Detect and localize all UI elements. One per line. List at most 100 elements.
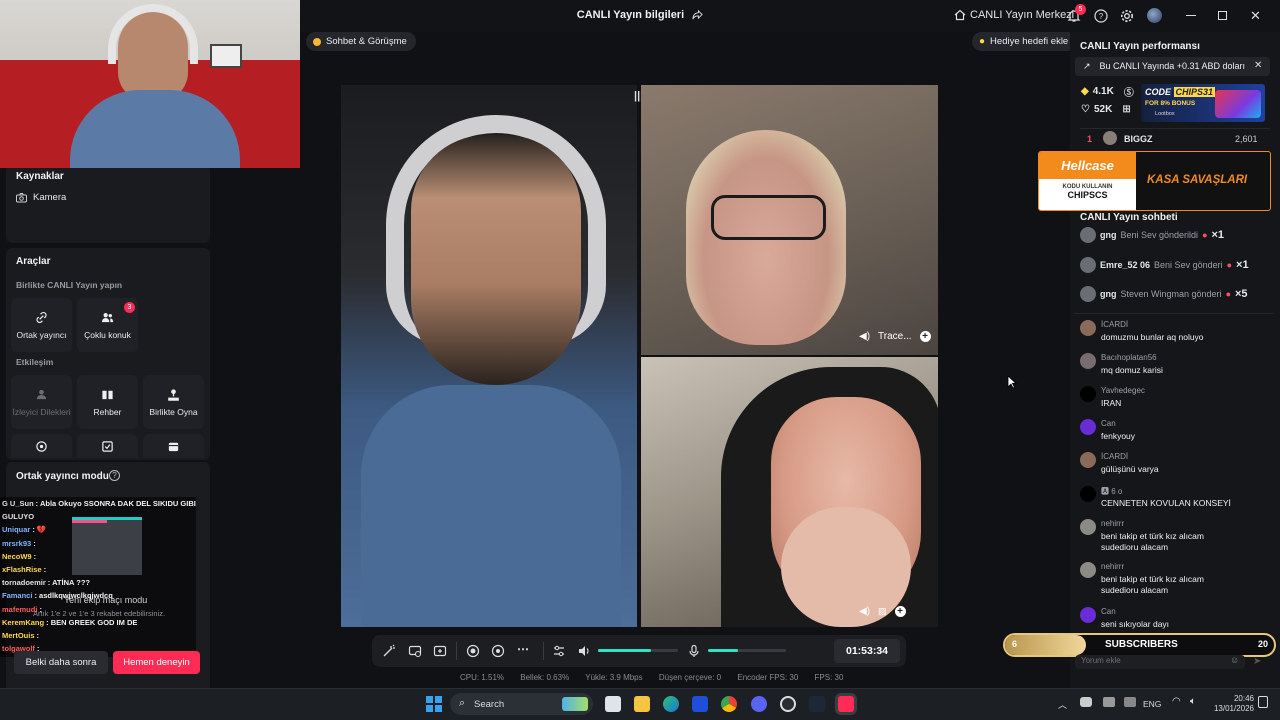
app-icon-blue[interactable] bbox=[692, 696, 708, 712]
chat-comment[interactable]: nehirrr beni takip et türk kız alıcam sud… bbox=[1080, 562, 1275, 595]
gift-text: Steven Wingman gönderi bbox=[1120, 289, 1222, 299]
share-icon[interactable] bbox=[692, 9, 703, 20]
notification-center-icon[interactable] bbox=[1258, 696, 1268, 708]
chat-call-pill[interactable]: Sohbet & Görüşme bbox=[306, 32, 416, 51]
viewer-requests-tool-button[interactable]: İzleyici Dilekleri bbox=[11, 375, 72, 429]
chat-comment[interactable]: Bacıhoplatan56 mq domuz karisi bbox=[1080, 353, 1275, 383]
help-icon[interactable]: ? bbox=[1094, 9, 1108, 26]
more-tool-button-2[interactable] bbox=[77, 434, 138, 458]
wifi-icon[interactable]: ◠ bbox=[1172, 696, 1181, 707]
microphone-icon[interactable] bbox=[687, 644, 701, 658]
magic-wand-icon[interactable] bbox=[382, 644, 396, 658]
earning-note: Bu CANLI Yayında +0.31 ABD doları bbox=[1099, 61, 1246, 71]
tray-chevron-icon[interactable]: ︿ bbox=[1058, 698, 1067, 711]
overlay-chat-user: mrsrk93 bbox=[2, 538, 32, 548]
chat-comment[interactable]: İCARDİ domuzmu bunlar aq noluyo bbox=[1080, 320, 1275, 350]
stat-dropped-frames: Düşen çerçeve: 0 bbox=[658, 673, 722, 682]
team-match-subtitle: Artık 1'e 2 ve 1'e 3 rekabet edebilirsin… bbox=[33, 609, 166, 618]
screen-effects-icon[interactable] bbox=[408, 644, 422, 658]
cohost-label: Ortak yayıncı bbox=[16, 329, 67, 340]
guest1-video-tile[interactable]: ◀) Trace... + bbox=[641, 85, 938, 355]
guest2-video-tile[interactable]: ◀) ▨ + bbox=[641, 357, 938, 627]
gift-count: ×5 bbox=[1235, 288, 1248, 300]
add-icon[interactable]: + bbox=[919, 331, 931, 342]
more-tool-button-1[interactable] bbox=[11, 434, 72, 458]
microphone-volume-fill bbox=[708, 649, 738, 652]
tray-discord-icon[interactable] bbox=[1080, 697, 1092, 707]
comment-input[interactable]: Yorum ekle ☺ bbox=[1075, 655, 1245, 669]
chat-comment[interactable]: İCARDİ gülüşünü varya bbox=[1080, 452, 1275, 482]
speaker-icon[interactable]: ◀) bbox=[859, 606, 870, 617]
task-view-icon[interactable] bbox=[605, 696, 621, 712]
hellcase-ad-banner[interactable]: Hellcase KODU KULLANIN CHIPSCS KASA SAVA… bbox=[1038, 151, 1271, 211]
record-icon[interactable] bbox=[466, 644, 480, 658]
try-now-button[interactable]: Hemen deneyin bbox=[113, 651, 200, 674]
add-icon[interactable]: + bbox=[894, 606, 906, 617]
gift-user: Emre_52 06 bbox=[1100, 259, 1151, 270]
chat-comment[interactable]: Can fenkyouy bbox=[1080, 419, 1275, 449]
multi-guest-tool-button[interactable]: Çoklu konuk 3 bbox=[77, 298, 138, 352]
windows-start-icon[interactable] bbox=[426, 696, 442, 712]
emoji-icon[interactable]: ☺ bbox=[1230, 655, 1239, 665]
audio-settings-icon[interactable] bbox=[552, 644, 566, 658]
stat-fps: FPS: 30 bbox=[814, 673, 844, 682]
tray-app-icon[interactable] bbox=[1103, 697, 1115, 707]
tiktok-live-studio-icon[interactable] bbox=[838, 696, 854, 712]
notification-bell-icon[interactable]: 5 bbox=[1067, 4, 1086, 26]
link-icon bbox=[36, 311, 47, 323]
close-banner-icon[interactable]: ✕ bbox=[1254, 60, 1262, 71]
discord-icon[interactable] bbox=[751, 696, 767, 712]
settings-gear-icon[interactable] bbox=[1120, 9, 1134, 26]
live-center-label: CANLI Yayın Merkezi bbox=[970, 9, 1075, 21]
info-icon[interactable]: ? bbox=[109, 470, 120, 481]
chrome-icon[interactable] bbox=[721, 696, 737, 712]
close-icon[interactable]: ✕ bbox=[1250, 8, 1261, 24]
clock[interactable]: 20:46 13/01/2026 bbox=[1210, 694, 1254, 714]
layout-add-icon[interactable] bbox=[433, 644, 447, 658]
lootbox-ad-banner[interactable]: CODE CHIPS31 FOR 8% BONUS Lootbox bbox=[1141, 84, 1265, 122]
speaker-icon[interactable]: ◀) bbox=[859, 331, 870, 342]
ad-chips-code: CHIPS31 bbox=[1173, 87, 1216, 97]
microphone-volume-slider[interactable] bbox=[708, 649, 786, 652]
chat-comment[interactable]: nehirrr beni takip et türk kız alıcam sud… bbox=[1080, 519, 1275, 552]
team-match-preview bbox=[72, 517, 142, 575]
gift-user-avatar bbox=[1080, 256, 1096, 273]
more-tool-button-3[interactable] bbox=[143, 434, 204, 458]
overlay-chat-line: Famanci: asdlkqwjwclkqjwdcq bbox=[2, 591, 113, 600]
comment-avatar bbox=[1080, 320, 1096, 336]
comment-text: seni sıkıyolar dayı bbox=[1101, 619, 1170, 629]
cohost-tool-button[interactable]: Ortak yayıncı bbox=[11, 298, 72, 352]
chat-comment[interactable]: 🅰 6 o CENNETEN KOVULAN KONSEYİ bbox=[1080, 486, 1275, 516]
steam-icon[interactable] bbox=[809, 696, 825, 712]
window-title[interactable]: CANLI Yayın bilgileri bbox=[540, 9, 740, 21]
obs-icon[interactable] bbox=[780, 696, 796, 712]
host-video-tile[interactable] bbox=[341, 85, 637, 627]
send-icon[interactable]: ➤ bbox=[1253, 656, 1261, 667]
edge-browser-icon[interactable] bbox=[663, 696, 679, 712]
earning-row: ↗ Bu CANLI Yayında +0.31 ABD doları bbox=[1083, 61, 1245, 72]
camera-switch-icon[interactable] bbox=[491, 644, 505, 658]
tray-app2-icon[interactable] bbox=[1124, 697, 1136, 707]
gift-goal-pill[interactable]: ● Hediye hedefi ekle bbox=[972, 32, 1078, 51]
live-center-link[interactable]: CANLI Yayın Merkezi bbox=[954, 9, 1074, 21]
guide-tool-button[interactable]: Rehber bbox=[77, 375, 138, 429]
language-indicator[interactable]: ENG bbox=[1143, 699, 1161, 709]
more-options-icon[interactable]: ⋯ bbox=[517, 642, 529, 656]
maximize-icon[interactable] bbox=[1218, 11, 1227, 20]
taskbar-search[interactable]: ⌕ Search bbox=[450, 693, 593, 715]
file-explorer-icon[interactable] bbox=[634, 696, 650, 712]
minimize-icon[interactable] bbox=[1186, 15, 1196, 16]
chat-comment[interactable]: Yavhedegec IRAN bbox=[1080, 386, 1275, 416]
gift-goal-label: Hediye hedefi ekle bbox=[990, 36, 1069, 47]
comment-text: fenkyouy bbox=[1101, 431, 1136, 441]
user-avatar[interactable] bbox=[1147, 8, 1162, 23]
play-together-tool-button[interactable]: Birlikte Oyna bbox=[143, 375, 204, 429]
maybe-later-button[interactable]: Belki daha sonra bbox=[14, 651, 108, 674]
overlay-chat-user: MertOuis bbox=[2, 631, 35, 640]
speaker-volume-slider[interactable] bbox=[598, 649, 678, 652]
gift-count: ×1 bbox=[1211, 229, 1225, 241]
multi-guest-badge: 3 bbox=[124, 302, 135, 313]
volume-icon[interactable]: 🔈︎ bbox=[1190, 696, 1196, 707]
camera-source[interactable]: Kamera bbox=[16, 192, 66, 203]
speaker-volume-icon[interactable] bbox=[577, 644, 591, 658]
